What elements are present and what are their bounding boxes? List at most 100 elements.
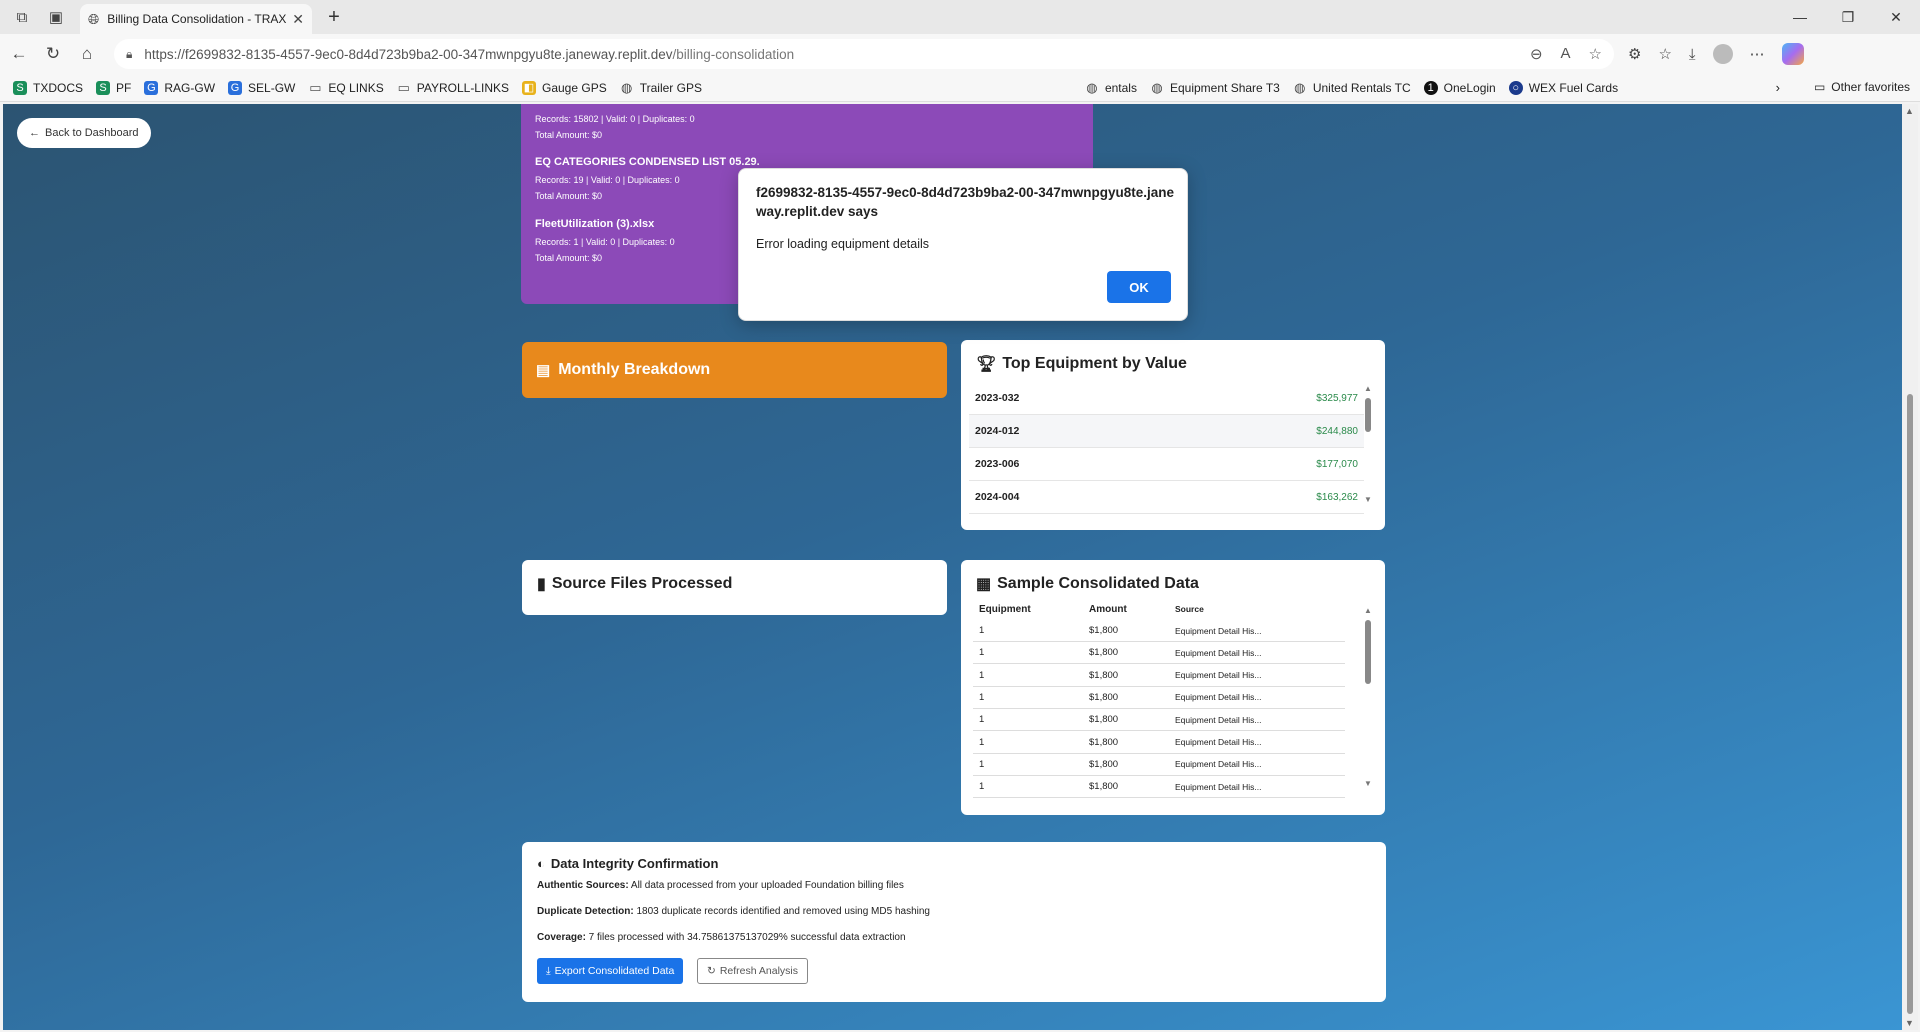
globe-icon: ◍ bbox=[621, 79, 633, 95]
table-row[interactable]: 1 $1,800 Equipment Detail His... bbox=[973, 732, 1345, 754]
bookmark-item[interactable]: S PF bbox=[96, 80, 132, 95]
url-field[interactable]: 🔒︎ https://f2699832-8135-4557-9ec0-8d4d7… bbox=[114, 39, 1614, 69]
close-window-button[interactable]: ✕ bbox=[1872, 0, 1920, 34]
bookmark-item[interactable]: ◧ Gauge GPS bbox=[522, 80, 607, 95]
scroll-thumb[interactable] bbox=[1365, 398, 1371, 432]
lock-icon[interactable]: 🔒︎ bbox=[126, 47, 132, 62]
browser-window: ⧉ ▣ 🌐︎ Billing Data Consolidation - TRAX… bbox=[0, 0, 1920, 1032]
scroll-up-icon[interactable]: ▲ bbox=[1905, 106, 1914, 116]
reload-icon[interactable]: ↻ bbox=[38, 44, 68, 64]
bookmark-item[interactable]: ○ WEX Fuel Cards bbox=[1508, 80, 1618, 95]
source-files-card: ▮ Source Files Processed bbox=[522, 560, 947, 615]
more-menu-icon[interactable]: ⋯ bbox=[1750, 45, 1765, 63]
bookmark-item[interactable]: ◍ Trailer GPS bbox=[620, 79, 702, 95]
equipment-id: 2024-012 bbox=[975, 425, 1020, 437]
equipment-value: $325,977 bbox=[1316, 392, 1358, 404]
zoom-icon[interactable]: ⊖ bbox=[1530, 45, 1543, 63]
gauge-icon: ◧ bbox=[522, 80, 536, 95]
line-label: Duplicate Detection: bbox=[537, 906, 634, 917]
bookmark-label: Equipment Share T3 bbox=[1169, 80, 1280, 95]
bookmark-item[interactable]: 1 OneLogin bbox=[1423, 80, 1496, 95]
bar-chart-icon: ▤ bbox=[536, 362, 551, 379]
refresh-analysis-button[interactable]: ↻ Refresh Analysis bbox=[697, 958, 809, 984]
table-cell: $1,800 bbox=[1089, 781, 1119, 793]
bookmark-item[interactable]: ▭ PAYROLL-LINKS bbox=[397, 80, 509, 95]
scroll-down-icon[interactable]: ▼ bbox=[1364, 779, 1372, 788]
line-text: 1803 duplicate records identified and re… bbox=[633, 906, 930, 917]
folder-icon: ▭ bbox=[1813, 80, 1826, 94]
other-favorites-folder[interactable]: ▭ Other favorites bbox=[1814, 80, 1910, 94]
column-header[interactable]: Source bbox=[1175, 604, 1325, 618]
new-tab-button[interactable]: + bbox=[322, 6, 346, 29]
table-row[interactable]: 1 $1,800 Equipment Detail His... bbox=[973, 665, 1345, 687]
bookmark-item[interactable]: S TXDOCS bbox=[13, 80, 83, 95]
column-header[interactable]: Equipment bbox=[979, 604, 1089, 618]
scroll-thumb[interactable] bbox=[1907, 394, 1913, 1014]
export-label: Export Consolidated Data bbox=[554, 965, 675, 977]
url-prefix: https://f2699832-8135-4557-9ec0-8d4d723b… bbox=[144, 46, 673, 62]
table-row[interactable]: 1 $1,800 Equipment Detail His... bbox=[973, 709, 1345, 732]
workspaces-icon[interactable]: ⧉ bbox=[10, 5, 34, 29]
scroll-up-icon[interactable]: ▲ bbox=[1364, 384, 1372, 393]
column-header[interactable]: Amount bbox=[1089, 604, 1175, 618]
globe-icon: ◍ bbox=[1086, 79, 1098, 95]
bookmark-item[interactable]: ▭ EQ LINKS bbox=[308, 80, 384, 95]
shield-icon: ◐ bbox=[537, 856, 545, 871]
close-tab-icon[interactable]: ✕ bbox=[292, 11, 304, 28]
equipment-row[interactable]: 2024-012 $244,880 bbox=[969, 415, 1364, 448]
table-cell: Equipment Detail His... bbox=[1175, 647, 1262, 658]
table-row[interactable]: 1 $1,800 Equipment Detail His... bbox=[973, 642, 1345, 665]
bookmark-label: entals bbox=[1104, 80, 1137, 95]
line-text: 7 files processed with 34.75861375137029… bbox=[585, 932, 906, 943]
export-data-button[interactable]: ⤓ Export Consolidated Data bbox=[537, 958, 684, 984]
table-row[interactable]: 1 $1,800 Equipment Detail His... bbox=[973, 687, 1345, 709]
extensions-icon[interactable]: ⚙ bbox=[1628, 45, 1641, 63]
page-scrollbar[interactable]: ▲ ▼ bbox=[1902, 104, 1918, 1030]
scroll-down-icon[interactable]: ▼ bbox=[1905, 1018, 1914, 1028]
table-row[interactable]: 1 $1,800 Equipment Detail His... bbox=[973, 754, 1345, 776]
active-tab[interactable]: 🌐︎ Billing Data Consolidation - TRAX ✕ bbox=[80, 4, 312, 34]
minimize-button[interactable]: — bbox=[1776, 0, 1824, 34]
sample-scrollbar[interactable]: ▲ ▼ bbox=[1364, 606, 1372, 788]
bookmark-item[interactable]: G SEL-GW bbox=[228, 80, 295, 95]
tab-actions-icon[interactable]: ▣ bbox=[44, 5, 68, 29]
downloads-icon[interactable]: ⤓ bbox=[1689, 46, 1696, 63]
table-row[interactable]: 1 $1,800 Equipment Detail His... bbox=[973, 620, 1345, 642]
g-icon: G bbox=[228, 80, 243, 95]
favorite-star-icon[interactable]: ☆ bbox=[1589, 45, 1602, 63]
scroll-up-icon[interactable]: ▲ bbox=[1364, 606, 1372, 615]
bookmark-label: PF bbox=[116, 80, 132, 95]
scroll-down-icon[interactable]: ▼ bbox=[1364, 495, 1372, 504]
copilot-icon[interactable] bbox=[1781, 43, 1804, 65]
home-icon[interactable]: ⌂ bbox=[72, 44, 102, 64]
table-cell: $1,800 bbox=[1089, 736, 1119, 748]
bookmark-item[interactable]: G RAG-GW bbox=[144, 80, 215, 95]
equipment-row[interactable]: 2024-004 $163,262 bbox=[969, 481, 1364, 514]
file-name: EQ CATEGORIES CONDENSED LIST 05.29. bbox=[535, 156, 760, 168]
equipment-row[interactable]: 2023-032 $325,977 bbox=[969, 382, 1364, 415]
equipment-value: $244,880 bbox=[1316, 425, 1358, 437]
favorites-icon[interactable]: ☆ bbox=[1658, 45, 1671, 63]
scroll-thumb[interactable] bbox=[1365, 620, 1371, 684]
file-total: Total Amount: $0 bbox=[535, 130, 603, 140]
read-aloud-icon[interactable]: A bbox=[1561, 45, 1571, 63]
restore-button[interactable]: ❐ bbox=[1824, 0, 1872, 34]
profile-avatar[interactable] bbox=[1712, 44, 1733, 64]
table-cell: 1 bbox=[979, 691, 985, 703]
bookmark-label: Trailer GPS bbox=[639, 80, 702, 95]
equipment-row[interactable]: 2023-006 $177,070 bbox=[969, 448, 1364, 481]
table-cell: 1 bbox=[979, 625, 985, 636]
table-row[interactable]: 1 $1,800 Equipment Detail His... bbox=[973, 776, 1345, 799]
line-label: Coverage: bbox=[537, 932, 586, 943]
table-cell: $1,800 bbox=[1089, 625, 1119, 636]
ok-button[interactable]: OK bbox=[1107, 271, 1171, 303]
top-equipment-scrollbar[interactable]: ▲ ▼ bbox=[1364, 384, 1372, 504]
bookmark-item[interactable]: ◍ United Rentals TC bbox=[1293, 80, 1411, 95]
g-icon: G bbox=[144, 80, 159, 95]
bookmark-item[interactable]: ◍ entals bbox=[1085, 79, 1137, 95]
top-equipment-title: Top Equipment by Value bbox=[1002, 355, 1187, 372]
back-arrow-icon[interactable]: ← bbox=[4, 44, 34, 64]
back-to-dashboard-button[interactable]: ← Back to Dashboard bbox=[17, 118, 151, 148]
chevron-right-icon[interactable]: › bbox=[1776, 80, 1780, 95]
bookmark-item[interactable]: ◍ Equipment Share T3 bbox=[1150, 80, 1280, 95]
